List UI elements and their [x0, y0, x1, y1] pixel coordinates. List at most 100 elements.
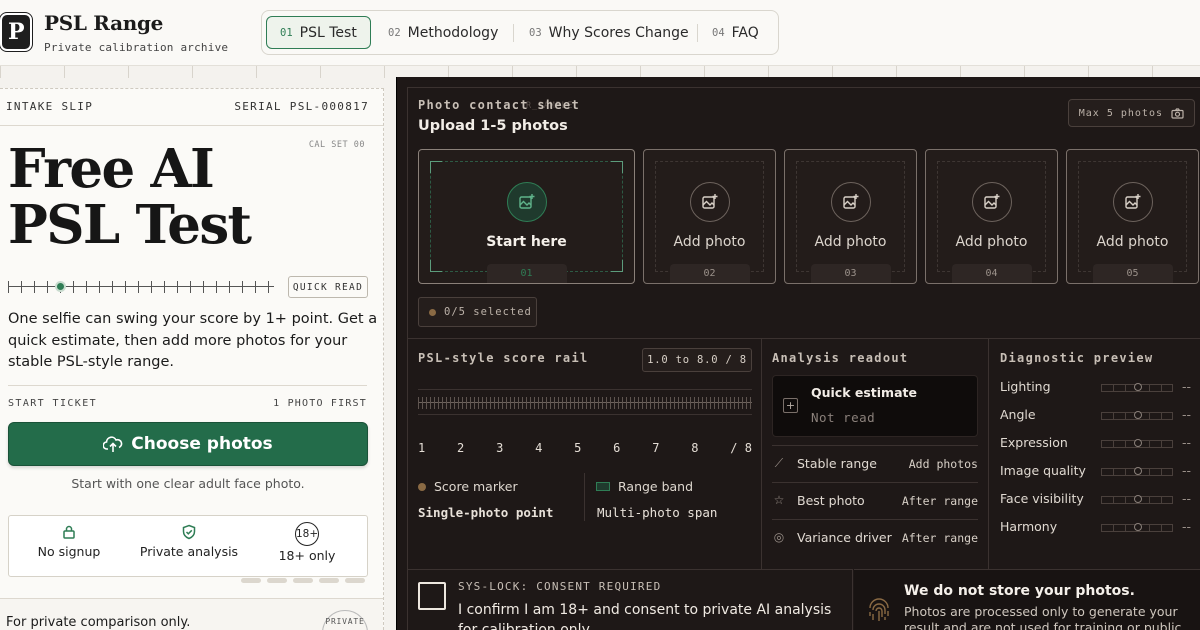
badge-private-analysis: Private analysis	[129, 524, 249, 559]
add-image-icon	[971, 182, 1012, 222]
quick-read-badge: QUICK READ	[288, 276, 368, 298]
start-ticket-label: START TICKET	[8, 398, 98, 409]
legend-band-value: Multi-photo span	[597, 505, 718, 520]
ruler-icon: ⟋	[774, 456, 784, 470]
choose-photos-button[interactable]: Choose photos	[8, 422, 368, 466]
left-footer: For private comparison only. PRIVATE	[0, 598, 383, 630]
score-rail-ticks: 123 456 7 8/ 8	[418, 441, 752, 455]
brand-tagline: Private calibration archive	[44, 41, 229, 54]
lock-icon	[63, 525, 75, 539]
privacy-notice: We do not store your photos. Photos are …	[854, 569, 1200, 630]
tab-why-scores-change[interactable]: 03 Why Scores Change	[516, 16, 702, 49]
status-dot-icon	[429, 308, 436, 316]
consent-title: SYS-LOCK: CONSENT REQUIRED	[458, 580, 662, 593]
analysis-readout-title: Analysis readout	[772, 351, 909, 365]
add-image-icon	[506, 182, 547, 222]
photo-slot-3[interactable]: Add photo 03	[784, 149, 917, 284]
upload-title: Upload 1-5 photos	[418, 118, 568, 134]
intake-label: INTAKE SLIP	[6, 100, 94, 113]
diagnostic-meter	[1101, 411, 1173, 420]
carousel-dots[interactable]	[241, 578, 365, 583]
legend-marker-value: Single-photo point	[418, 505, 554, 520]
brand-name[interactable]: PSL Range	[44, 11, 163, 35]
photo-slot-label: Add photo	[673, 234, 746, 250]
page-title: Free AI PSL Test	[8, 138, 252, 256]
add-image-icon	[1112, 182, 1153, 222]
legend-score-marker: Score marker	[418, 479, 518, 494]
quick-estimate-card: + Quick estimate Not read	[772, 375, 978, 437]
score-rail-range: 1.0 to 8.0 / 8	[642, 348, 752, 372]
diagnostic-meter	[1101, 467, 1173, 476]
tab-methodology[interactable]: 02 Methodology	[375, 16, 511, 49]
photo-slot-number: 01	[486, 264, 567, 283]
readout-row-variance-driver: ◎ Variance driver After range	[772, 519, 978, 555]
brand-logo[interactable]: P	[0, 13, 32, 51]
calibration-slider-ticks	[8, 279, 274, 295]
star-icon: ☆	[773, 493, 785, 507]
badge-no-signup: No signup	[9, 524, 129, 559]
photo-slot-number: 03	[810, 264, 891, 283]
tab-psl-test[interactable]: 01 PSL Test	[266, 16, 371, 49]
one-photo-label: 1 PHOTO FIRST	[273, 398, 367, 409]
consent-checkbox[interactable]	[418, 582, 446, 610]
diagnostic-row: Harmony --	[1000, 519, 1192, 534]
shield-check-icon	[182, 524, 196, 540]
quick-estimate-value: Not read	[811, 410, 876, 425]
score-rail-title: PSL-style score rail	[418, 351, 589, 365]
diagnostic-row: Image quality --	[1000, 463, 1192, 478]
score-rail	[418, 389, 752, 415]
photo-slot-number: 02	[669, 264, 750, 283]
add-image-icon	[830, 182, 871, 222]
photo-slot-4[interactable]: Add photo 04	[925, 149, 1058, 284]
photo-slot-label: Add photo	[955, 234, 1028, 250]
consent-text[interactable]: I confirm I am 18+ and consent to privat…	[458, 600, 838, 630]
intake-card: INTAKE SLIP SERIAL PSL-000817 CAL SET 00…	[0, 88, 384, 630]
privacy-title: We do not store your photos.	[904, 583, 1135, 599]
photo-slot-number: 05	[1092, 264, 1173, 283]
cal-set-label: CAL SET 00	[308, 140, 365, 150]
photo-slot-1[interactable]: Start here 01	[418, 149, 635, 284]
photo-slot-2[interactable]: Add photo 02	[643, 149, 776, 284]
diagnostic-meter	[1101, 523, 1173, 532]
site-header: P PSL Range Private calibration archive …	[0, 0, 1200, 66]
tab-faq[interactable]: 04 FAQ	[699, 16, 772, 49]
photo-slot-number: 04	[951, 264, 1032, 283]
contact-sheet-title: Photo contact sheet	[418, 98, 580, 112]
diagnostic-preview-title: Diagnostic preview	[1000, 351, 1154, 365]
age-18-icon: 18+	[295, 522, 319, 546]
consent-section: SYS-LOCK: CONSENT REQUIRED I confirm I a…	[408, 569, 853, 630]
range-band-icon	[596, 482, 610, 491]
max-photos-badge: Max 5 photos	[1067, 99, 1195, 127]
plus-box-icon: +	[783, 398, 798, 413]
intro-text: One selfie can swing your score by 1+ po…	[8, 311, 378, 370]
trust-badges: No signup Private analysis 18+ 18+ only	[8, 515, 368, 577]
legend-range-band: Range band	[596, 479, 693, 494]
diagnostic-row: Face visibility --	[1000, 491, 1192, 506]
main-nav: 01 PSL Test 02 Methodology 03 Why Scores Ch…	[261, 10, 779, 55]
diagnostic-meter	[1101, 383, 1173, 392]
button-note: Start with one clear adult face photo.	[71, 476, 305, 491]
diagnostic-meter	[1101, 495, 1173, 504]
readout-row-best-photo: ☆ Best photo After range	[772, 482, 978, 518]
analysis-panel: R_SAMPLE Photo contact sheet Upload 1-5 …	[396, 77, 1200, 630]
diagnostic-row: Lighting --	[1000, 379, 1192, 394]
diagnostic-meter	[1101, 439, 1173, 448]
upload-cloud-icon	[103, 436, 123, 452]
fingerprint-icon	[869, 598, 889, 621]
private-stamp: PRIVATE	[322, 610, 368, 630]
diagnostic-row: Angle --	[1000, 407, 1192, 422]
privacy-text: Photos are processed only to generate yo…	[904, 604, 1182, 630]
photo-slot-label: Add photo	[814, 234, 887, 250]
private-note: For private comparison only.	[6, 615, 191, 630]
serial-number: SERIAL PSL-000817	[234, 100, 369, 113]
diagnostic-row: Expression --	[1000, 435, 1192, 450]
target-icon: ◎	[773, 530, 785, 544]
score-marker-icon	[418, 482, 426, 491]
photo-slot-label: Start here	[486, 234, 567, 250]
add-image-icon	[689, 182, 730, 222]
results-section: PSL-style score rail 1.0 to 8.0 / 8 123 …	[408, 338, 1200, 569]
badge-18-plus: 18+ 18+ only	[247, 522, 367, 563]
photo-slot-5[interactable]: Add photo 05	[1066, 149, 1199, 284]
photo-slot-label: Add photo	[1096, 234, 1169, 250]
selected-count: 0/5 selected	[418, 297, 537, 327]
